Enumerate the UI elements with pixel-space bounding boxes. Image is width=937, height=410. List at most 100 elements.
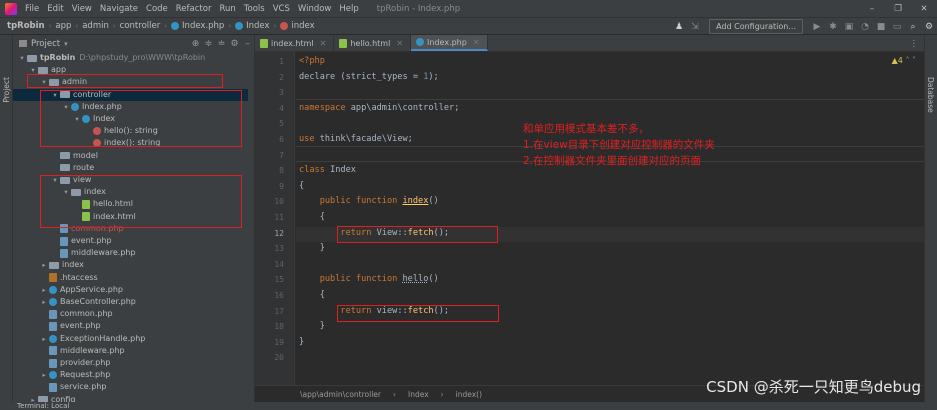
menu-run[interactable]: Run bbox=[215, 4, 239, 14]
project-panel-title[interactable]: Project bbox=[31, 39, 60, 49]
chevron-right-icon: › bbox=[392, 389, 396, 399]
tab-hello-html[interactable]: hello.html ✕ bbox=[334, 35, 412, 51]
tree-item[interactable]: ▾ tpRobin D:\phpstudy_pro\WWW\tpRobin bbox=[13, 52, 248, 64]
tab-label: index.html bbox=[271, 38, 314, 48]
tree-item[interactable]: common.php bbox=[13, 308, 248, 320]
expand-all-icon[interactable]: ≑ bbox=[202, 39, 215, 49]
tree-item[interactable]: route bbox=[13, 162, 248, 174]
class-crumb[interactable]: Index bbox=[408, 390, 429, 399]
breadcrumb-project[interactable]: tpRobin bbox=[0, 21, 48, 31]
tree-item[interactable]: ▸ AppService.php bbox=[13, 284, 248, 296]
php-file-icon bbox=[49, 321, 57, 331]
run-icon[interactable]: ▶ bbox=[809, 22, 825, 32]
menu-vcs[interactable]: VCS bbox=[269, 4, 294, 14]
breadcrumb-method[interactable]: index bbox=[277, 21, 317, 31]
project-tool-window-tab[interactable]: Project bbox=[2, 77, 11, 103]
tree-item[interactable]: middleware.php bbox=[13, 345, 248, 357]
php-file-icon bbox=[49, 382, 57, 392]
line-number: 10 bbox=[274, 197, 284, 207]
tab-index-html[interactable]: index.html ✕ bbox=[255, 35, 335, 51]
collapse-all-icon[interactable]: ≐ bbox=[215, 39, 228, 49]
vcs-icon[interactable]: ⇲ bbox=[687, 22, 703, 32]
tree-item[interactable]: ▸ Request.php bbox=[13, 369, 248, 381]
close-icon[interactable]: ✕ bbox=[396, 39, 403, 48]
breadcrumb-class[interactable]: Index bbox=[232, 21, 272, 31]
breadcrumb-controller[interactable]: controller bbox=[117, 21, 164, 31]
line-number: 3 bbox=[279, 88, 284, 98]
php-file-icon bbox=[49, 309, 57, 319]
user-icon[interactable]: ♟ bbox=[671, 22, 687, 32]
locate-icon[interactable]: ⊕ bbox=[189, 39, 202, 49]
warning-indicator[interactable]: ▲4 ˄ ˅ bbox=[892, 56, 916, 65]
more-icon[interactable]: ⋮ bbox=[910, 39, 919, 49]
config-file-icon bbox=[49, 273, 57, 283]
annotation-line-3: 2.在控制器文件夹里面创建对应的页面 bbox=[523, 155, 702, 167]
tree-item[interactable]: ▸ index bbox=[13, 259, 248, 271]
breadcrumb-file[interactable]: Index.php bbox=[168, 21, 227, 31]
chevron-down-icon[interactable]: ▾ bbox=[17, 52, 27, 64]
tree-item[interactable]: service.php bbox=[13, 381, 248, 393]
code-editor[interactable]: ▲4 ˄ ˅ <?php declare (strict_types = 1);… bbox=[296, 52, 924, 385]
tree-item[interactable]: event.php bbox=[13, 235, 248, 247]
coverage-icon[interactable]: ▣ bbox=[841, 22, 857, 32]
chevron-right-icon[interactable]: ▸ bbox=[39, 284, 49, 296]
minimize-icon[interactable]: – bbox=[859, 0, 885, 18]
menu-tools[interactable]: Tools bbox=[240, 4, 269, 14]
restore-icon[interactable]: ❐ bbox=[885, 0, 911, 18]
navigation-bar: tpRobin › app › admin › controller › Index.p… bbox=[0, 18, 937, 35]
line-number: 17 bbox=[274, 306, 284, 316]
tree-item[interactable]: event.php bbox=[13, 320, 248, 332]
hide-icon[interactable]: – bbox=[241, 39, 254, 49]
highlight-controller bbox=[40, 90, 242, 147]
method-crumb[interactable]: index() bbox=[456, 390, 482, 399]
bottom-tool-bar: Terminal: Local bbox=[0, 402, 937, 410]
profile-icon[interactable]: ◔ bbox=[857, 22, 873, 32]
menu-edit[interactable]: Edit bbox=[43, 4, 67, 14]
php-class-icon bbox=[49, 371, 57, 380]
close-icon[interactable]: ✕ bbox=[911, 0, 937, 18]
chevron-down-icon[interactable]: ▾ bbox=[64, 40, 68, 48]
menu-help[interactable]: Help bbox=[335, 4, 362, 14]
stop-icon[interactable]: ■ bbox=[873, 22, 889, 32]
breadcrumb-app[interactable]: app bbox=[52, 21, 74, 31]
menu-view[interactable]: View bbox=[68, 4, 96, 14]
annotation-line-1: 和单应用模式基本差不多， bbox=[523, 123, 649, 135]
code-line: declare (strict_types = 1); bbox=[299, 71, 439, 82]
tree-item-label: AppService.php bbox=[60, 284, 123, 294]
tree-item[interactable]: provider.php bbox=[13, 357, 248, 369]
php-class-icon bbox=[49, 298, 57, 306]
database-tool-window-tab[interactable]: Database bbox=[926, 77, 935, 113]
close-icon[interactable]: ✕ bbox=[320, 39, 327, 48]
tree-item[interactable]: .htaccess bbox=[13, 272, 248, 284]
tab-index-php[interactable]: Index.php ✕ bbox=[411, 35, 488, 51]
menu-code[interactable]: Code bbox=[142, 4, 172, 14]
tree-item[interactable]: middleware.php bbox=[13, 247, 248, 259]
menu-file[interactable]: File bbox=[21, 4, 43, 14]
gear-icon[interactable]: ⚙ bbox=[228, 39, 241, 49]
folder-icon bbox=[38, 66, 48, 74]
code-line: public function index() bbox=[319, 196, 439, 207]
chevron-right-icon[interactable]: ▸ bbox=[39, 259, 49, 271]
add-configuration-button[interactable]: Add Configuration... bbox=[709, 19, 803, 34]
tree-item[interactable]: model bbox=[13, 150, 248, 162]
menu-window[interactable]: Window bbox=[294, 4, 336, 14]
tree-item-label: model bbox=[73, 150, 98, 160]
close-icon[interactable]: ✕ bbox=[473, 38, 480, 47]
debug-icon[interactable]: ✱ bbox=[825, 22, 841, 32]
layout-icon[interactable]: ▭ bbox=[889, 22, 905, 32]
line-number: 5 bbox=[279, 119, 284, 129]
chevron-right-icon[interactable]: ▸ bbox=[39, 333, 49, 345]
line-number: 1 bbox=[279, 57, 284, 66]
chevron-right-icon[interactable]: ▸ bbox=[39, 369, 49, 381]
terminal-tab[interactable]: Terminal: Local bbox=[17, 402, 69, 410]
line-number: 20 bbox=[274, 353, 284, 363]
tree-item[interactable]: ▸ ExceptionHandle.php bbox=[13, 333, 248, 345]
settings-icon[interactable]: ⚙ bbox=[921, 22, 937, 32]
chevron-right-icon[interactable]: ▸ bbox=[39, 296, 49, 308]
path-crumb[interactable]: \app\admin\controller bbox=[300, 390, 381, 399]
tree-item[interactable]: ▸ BaseController.php bbox=[13, 296, 248, 308]
menu-refactor[interactable]: Refactor bbox=[172, 4, 216, 14]
search-icon[interactable]: ⌕ bbox=[905, 22, 921, 32]
menu-navigate[interactable]: Navigate bbox=[96, 4, 142, 14]
breadcrumb-admin[interactable]: admin bbox=[79, 21, 112, 31]
